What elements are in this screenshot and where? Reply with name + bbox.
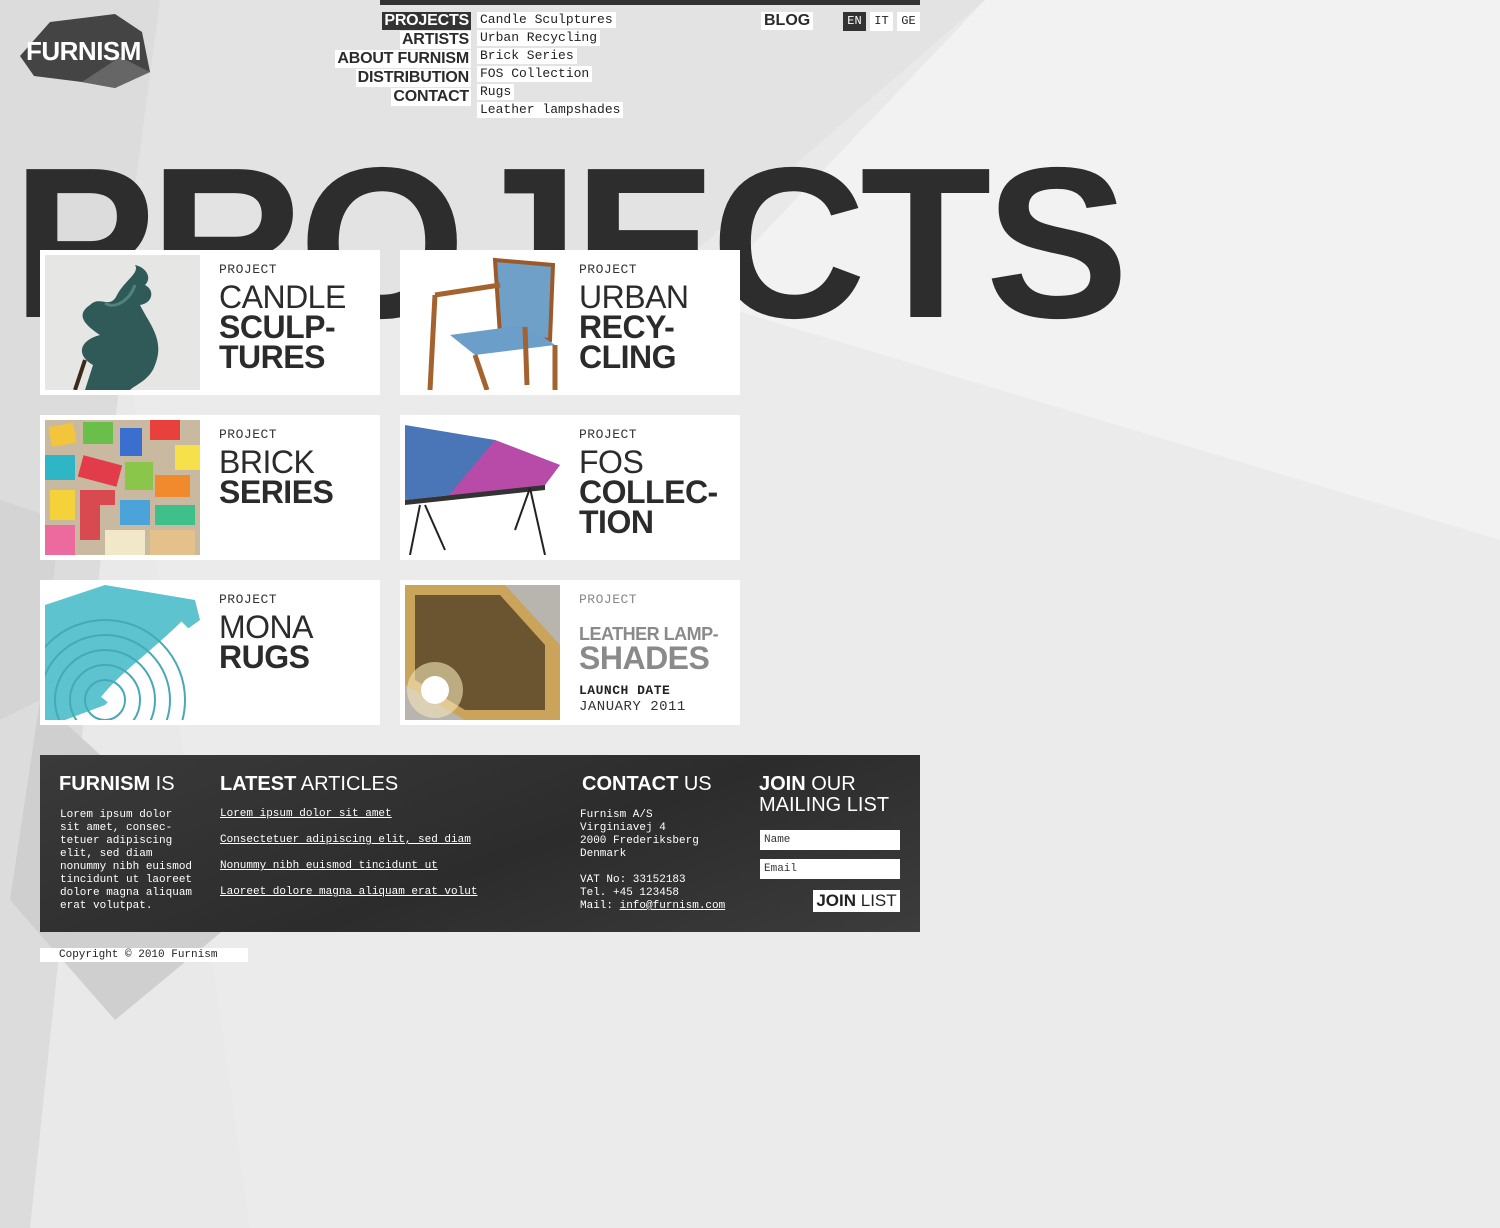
- contact-vat: VAT No: 33152183: [580, 874, 686, 886]
- footer-contact-heading: CONTACT US: [582, 773, 712, 795]
- join-list-button[interactable]: JOIN LIST: [813, 890, 900, 912]
- contact-mail-label: Mail:: [580, 900, 620, 912]
- footer-contact-details: Furnism A/S Virginiavej 4 2000 Frederiks…: [580, 809, 725, 913]
- email-field[interactable]: [760, 859, 900, 879]
- launch-date-label: LAUNCH DATE: [579, 683, 671, 698]
- subnav-item-leather-lampshades[interactable]: Leather lampshades: [477, 102, 624, 118]
- footer-mailing-heading-line2: MAILING LIST: [759, 794, 890, 816]
- footer-about-text: Lorem ipsum dolor sit amet, consec- tetu…: [60, 809, 193, 912]
- subnav-item-urban-recycling[interactable]: Urban Recycling: [477, 30, 601, 46]
- nav-item-artists[interactable]: ARTISTS: [399, 31, 471, 49]
- project-card-brick-series[interactable]: PROJECT BRICK SERIES: [40, 415, 380, 560]
- logo-text: FURNISM: [26, 36, 141, 66]
- footer-mailing-heading: JOIN OUR: [759, 773, 856, 795]
- furnism-logo[interactable]: FURNISM: [20, 12, 152, 90]
- contact-mail-link[interactable]: info@furnism.com: [620, 900, 726, 912]
- project-card-urban-recycling[interactable]: PROJECT URBAN RECY- CLING: [400, 250, 740, 395]
- subnav-item-fos-collection[interactable]: FOS Collection: [477, 66, 593, 82]
- lang-ge[interactable]: GE: [897, 12, 920, 31]
- project-image-mona-rugs: [45, 585, 200, 720]
- lang-en[interactable]: EN: [843, 12, 866, 31]
- subnav-item-brick-series[interactable]: Brick Series: [477, 48, 577, 64]
- name-field[interactable]: [760, 830, 900, 850]
- launch-date-value: JANUARY 2011: [579, 699, 686, 715]
- contact-tel: Tel. +45 123458: [580, 887, 680, 899]
- copyright: Copyright © 2010 Furnism: [40, 948, 248, 962]
- top-bar: [380, 0, 920, 5]
- nav-item-distribution[interactable]: DISTRIBUTION: [355, 69, 471, 87]
- article-link[interactable]: Consectetuer adipiscing elit, sed diam: [220, 834, 477, 847]
- project-image-candle-sculptures: [45, 255, 200, 390]
- main-nav: PROJECTS ARTISTS ABOUT FURNISM DISTRIBUT…: [335, 12, 471, 107]
- project-image-urban-recycling: [405, 255, 560, 390]
- article-link[interactable]: Laoreet dolore magna aliquam erat volut: [220, 886, 477, 899]
- project-card-mona-rugs[interactable]: PROJECT MONA RUGS: [40, 580, 380, 725]
- sub-nav: Candle Sculptures Urban Recycling Brick …: [477, 12, 624, 120]
- nav-item-projects[interactable]: PROJECTS: [382, 12, 471, 30]
- project-image-fos-collection: [405, 420, 560, 555]
- nav-item-contact[interactable]: CONTACT: [391, 88, 471, 106]
- article-link[interactable]: Nonummy nibh euismod tincidunt ut: [220, 860, 477, 873]
- footer-about-heading: FURNISM IS: [59, 773, 175, 795]
- project-card-candle-sculptures[interactable]: PROJECT CANDLE SCULP- TURES: [40, 250, 380, 395]
- project-card-fos-collection[interactable]: PROJECT FOS COLLEC- TION: [400, 415, 740, 560]
- project-card-leather-lampshades[interactable]: PROJECT LEATHER LAMP- SHADES LAUNCH DATE…: [400, 580, 740, 725]
- language-switcher: EN IT GE: [843, 12, 924, 31]
- contact-address: Furnism A/S Virginiavej 4 2000 Frederiks…: [580, 809, 699, 860]
- footer-article-list: Lorem ipsum dolor sit amet Consectetuer …: [220, 808, 477, 912]
- subnav-item-rugs[interactable]: Rugs: [477, 84, 515, 100]
- nav-item-about[interactable]: ABOUT FURNISM: [335, 50, 471, 68]
- project-image-brick-series: [45, 420, 200, 555]
- project-image-leather-lampshades: [405, 585, 560, 720]
- footer-articles-heading: LATEST ARTICLES: [220, 773, 399, 795]
- footer: FURNISM IS Lorem ipsum dolor sit amet, c…: [40, 755, 920, 932]
- blog-link[interactable]: BLOG: [761, 12, 814, 30]
- lang-it[interactable]: IT: [870, 12, 893, 31]
- subnav-item-candle-sculptures[interactable]: Candle Sculptures: [477, 12, 616, 28]
- article-link[interactable]: Lorem ipsum dolor sit amet: [220, 808, 477, 821]
